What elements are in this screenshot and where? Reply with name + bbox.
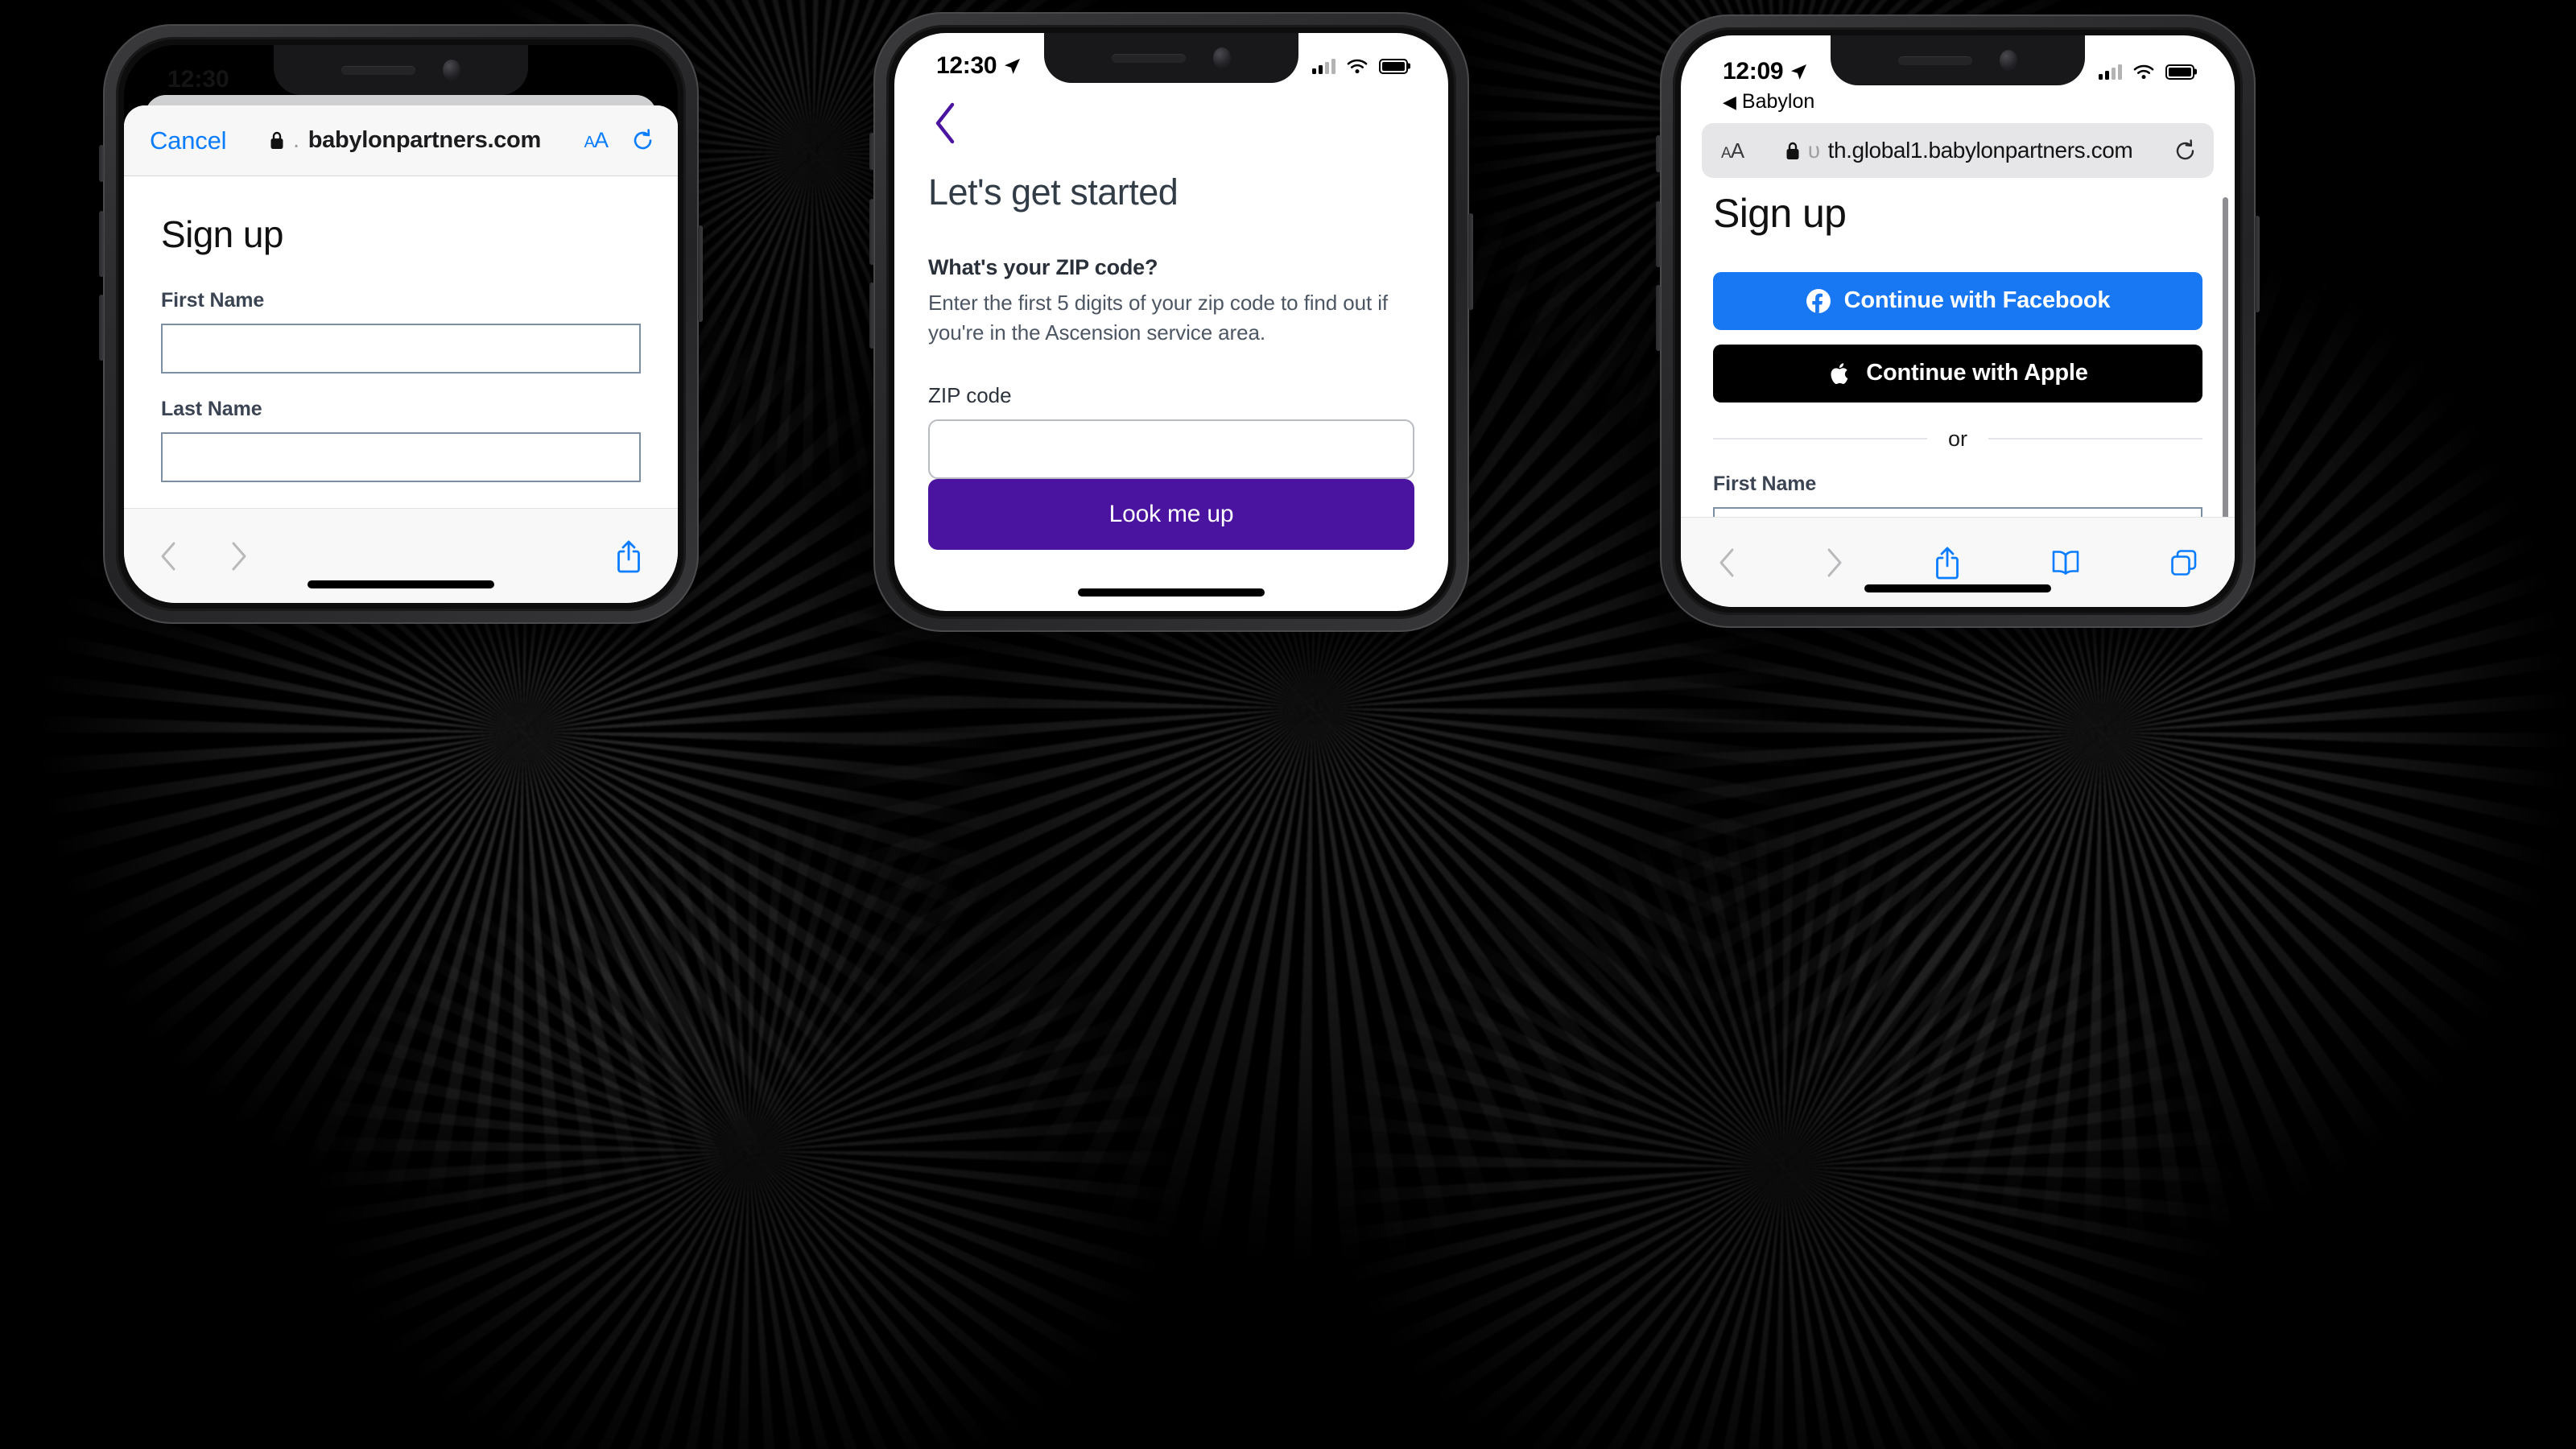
- safari-address-bar-container: AA ᴜ th.global1.babylonpartners.com: [1681, 114, 2235, 186]
- text-size-button[interactable]: AA: [584, 128, 609, 153]
- text-size-small-a: A: [584, 134, 595, 151]
- status-bar: 12:30: [894, 33, 1448, 86]
- vertical-scrollbar[interactable]: [2223, 197, 2228, 517]
- phone3-screen: 12:09 ◀ Babylon A A ᴜ th.global1.babylon…: [1681, 35, 2235, 607]
- chevron-left-icon[interactable]: [1718, 547, 1736, 578]
- cancel-button[interactable]: Cancel: [150, 126, 226, 155]
- chevron-left-icon[interactable]: [159, 541, 177, 572]
- reload-icon[interactable]: [2174, 138, 2196, 163]
- phone1-screen: 12:30 ◀ App Store Cancel . babyl: [124, 45, 678, 603]
- zip-question-heading: What's your ZIP code?: [928, 255, 1158, 280]
- webpage-content-1: Sign up First Name Last Name Date of Bir…: [124, 176, 678, 508]
- apple-icon: [1831, 362, 1848, 384]
- url-truncation: ᴜ: [1807, 138, 1820, 163]
- status-time: 12:30: [936, 52, 997, 80]
- chevron-left-icon[interactable]: [933, 102, 957, 144]
- text-size-large-a: A: [1730, 138, 1744, 163]
- earpiece-speaker: [341, 65, 415, 75]
- phone-mockup-3: 12:09 ◀ Babylon A A ᴜ th.global1.babylon…: [1656, 14, 2260, 628]
- home-indicator: [1864, 584, 2051, 592]
- divider-line-right: [1988, 438, 2203, 440]
- lock-icon: [270, 131, 283, 149]
- facebook-icon: [1806, 288, 1831, 313]
- wifi-icon: [2133, 64, 2154, 80]
- location-arrow-icon: [1791, 64, 1807, 80]
- last-name-label: Last Name: [161, 398, 262, 421]
- front-camera: [443, 60, 460, 80]
- page-title: Sign up: [1713, 191, 1847, 236]
- book-icon[interactable]: [2051, 549, 2080, 576]
- battery-icon: [1379, 58, 1408, 74]
- webpage-content-3: Sign up Continue with Facebook Continue …: [1681, 186, 2235, 517]
- safari-sheet-toolbar: Cancel . babylonpartners.com AA: [124, 105, 678, 176]
- screenshot-canvas: 12:30 ◀ App Store Cancel . babyl: [0, 0, 2576, 1449]
- url-host: babylonpartners.com: [308, 127, 542, 153]
- text-size-button[interactable]: AA: [1721, 138, 1744, 163]
- form-field-group: First Name: [1713, 472, 2202, 517]
- first-name-input[interactable]: [1713, 506, 2202, 517]
- lock-icon: [1786, 142, 1799, 159]
- form-field-group: Last Name: [161, 398, 641, 483]
- safari-bottom-toolbar: [1681, 517, 2235, 607]
- zip-code-label: ZIP code: [928, 383, 1012, 407]
- url-display[interactable]: ᴜ th.global1.babylonpartners.com: [1785, 138, 2133, 163]
- url-host: th.global1.babylonpartners.com: [1827, 138, 2133, 163]
- text-size-small-a: A: [1721, 144, 1732, 162]
- chevron-right-icon[interactable]: [1826, 547, 1843, 578]
- status-time: 12:09: [1723, 58, 1784, 85]
- phone2-screen: 12:30 Let's get started What's your ZIP …: [894, 33, 1448, 611]
- home-indicator: [1078, 588, 1265, 597]
- page-title: Let's get started: [928, 171, 1179, 213]
- location-arrow-icon: [1005, 58, 1021, 74]
- triangle-left-icon: ◀: [1723, 91, 1736, 112]
- safari-view-controller-sheet: Cancel . babylonpartners.com AA Sign up …: [124, 105, 678, 603]
- address-bar[interactable]: AA ᴜ th.global1.babylonpartners.com: [1702, 123, 2214, 178]
- cellular-signal-icon: [1312, 58, 1335, 75]
- safari-bottom-toolbar: [124, 508, 678, 603]
- cellular-signal-icon: [2099, 64, 2122, 80]
- background-glow: [1320, 805, 2246, 1449]
- background-glow: [306, 789, 1191, 1449]
- reload-icon[interactable]: [632, 129, 654, 152]
- text-size-large-a: A: [593, 128, 609, 152]
- battery-icon: [2165, 64, 2194, 80]
- zip-code-input[interactable]: [928, 419, 1414, 479]
- form-field-group: First Name: [161, 289, 641, 374]
- phone-mockup-1: 12:30 ◀ App Store Cancel . babyl: [99, 24, 703, 624]
- app-content-2: Let's get started What's your ZIP code? …: [894, 86, 1448, 611]
- share-icon[interactable]: [615, 539, 642, 573]
- look-me-up-button[interactable]: Look me up: [928, 479, 1414, 550]
- or-divider: or: [1713, 426, 2203, 452]
- url-display[interactable]: . babylonpartners.com: [270, 127, 541, 154]
- share-icon[interactable]: [1934, 546, 1961, 580]
- status-bar: 12:09: [1681, 35, 2235, 95]
- first-name-label: First Name: [1713, 472, 1817, 495]
- tabs-icon[interactable]: [2170, 549, 2198, 576]
- divider-line-left: [1713, 438, 1927, 440]
- continue-with-facebook-button[interactable]: Continue with Facebook: [1713, 271, 2202, 330]
- url-truncation: .: [292, 127, 299, 153]
- zip-description: Enter the first 5 digits of your zip cod…: [928, 291, 1389, 345]
- apple-button-label: Continue with Apple: [1866, 360, 2088, 386]
- first-name-label: First Name: [161, 289, 265, 312]
- phone-mockup-2: 12:30 Let's get started What's your ZIP …: [869, 12, 1473, 632]
- page-title: Sign up: [161, 213, 283, 255]
- chevron-right-icon[interactable]: [230, 541, 248, 572]
- first-name-input[interactable]: [161, 324, 641, 374]
- wifi-icon: [1347, 59, 1368, 74]
- continue-with-apple-button[interactable]: Continue with Apple: [1713, 344, 2202, 402]
- home-indicator: [308, 580, 494, 588]
- notch: [274, 45, 528, 95]
- last-name-input[interactable]: [161, 432, 641, 483]
- facebook-button-label: Continue with Facebook: [1843, 287, 2111, 313]
- divider-label: or: [1948, 426, 1968, 451]
